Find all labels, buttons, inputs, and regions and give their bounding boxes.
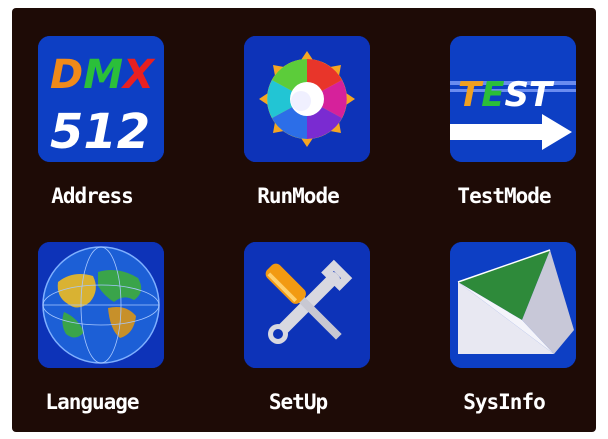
512-text: 512	[50, 104, 150, 160]
sysinfo-label: SysInfo	[463, 390, 546, 414]
testmode-label: TestMode	[457, 184, 551, 208]
runmode-label: RunMode	[257, 184, 340, 208]
address-label: Address	[51, 184, 134, 208]
wrench-screwdriver-icon	[244, 242, 370, 368]
globe-icon	[38, 242, 164, 368]
dmx-text: DMX	[50, 52, 156, 98]
menu-item-address[interactable]: DMX 512 Address	[12, 8, 172, 208]
color-wheel-icon	[244, 36, 370, 162]
test-arrow-icon: TEST	[450, 36, 576, 162]
language-label: Language	[45, 390, 139, 414]
menu-item-runmode[interactable]: RunMode	[218, 8, 378, 208]
menu-item-setup[interactable]: SetUp	[218, 214, 378, 414]
menu-item-language[interactable]: Language	[12, 214, 172, 414]
menu-item-sysinfo[interactable]: SysInfo	[424, 214, 584, 414]
setup-label: SetUp	[268, 390, 328, 414]
test-text: TEST	[458, 75, 555, 115]
menu-item-testmode[interactable]: TEST TestMode	[424, 8, 584, 208]
dmx-512-icon: DMX 512	[38, 36, 164, 162]
envelope-icon	[450, 242, 576, 368]
lcd-screen: DMX 512 Address RunMode TEST TestMode La…	[12, 8, 596, 432]
